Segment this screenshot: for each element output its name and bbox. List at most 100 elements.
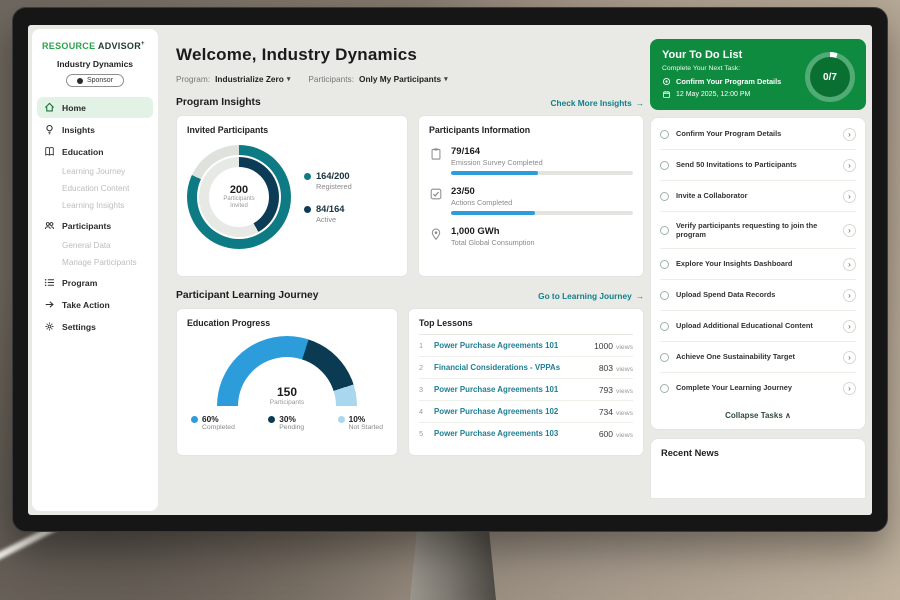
participants-dropdown[interactable]: Only My Participants ▾ — [359, 74, 448, 84]
chevron-right-icon[interactable]: › — [843, 320, 856, 333]
info-label: Total Global Consumption — [451, 238, 633, 247]
sidebar-subitem-label: Learning Journey — [62, 167, 125, 176]
legend-value: 30% — [279, 414, 304, 424]
sidebar-item-general-data[interactable]: General Data — [32, 237, 158, 254]
chevron-right-icon[interactable]: › — [843, 224, 856, 237]
task-checkbox[interactable] — [660, 322, 669, 331]
donut-center-label: Participants Invited — [217, 196, 261, 210]
chevron-right-icon[interactable]: › — [843, 382, 856, 395]
task-label: Confirm Your Program Details — [676, 129, 836, 139]
lesson-title-link[interactable]: Power Purchase Agreements 103 — [434, 429, 592, 438]
target-icon — [662, 77, 671, 86]
go-to-learning-journey-link[interactable]: Go to Learning Journey → — [538, 291, 644, 301]
sidebar-item-participants[interactable]: Participants — [37, 215, 153, 236]
chevron-right-icon[interactable]: › — [843, 128, 856, 141]
program-insights-header: Program Insights Check More Insights → — [176, 97, 644, 108]
chevron-right-icon[interactable]: › — [843, 159, 856, 172]
task-row[interactable]: Upload Additional Educational Content › — [660, 311, 856, 342]
task-row[interactable]: Complete Your Learning Journey › — [660, 373, 856, 403]
sidebar-subitem-label: Manage Participants — [62, 258, 137, 267]
sidebar-item-label: Participants — [62, 221, 111, 231]
sidebar-item-take-action[interactable]: Take Action — [37, 294, 153, 315]
sponsor-badge[interactable]: Sponsor — [66, 74, 124, 87]
task-checkbox[interactable] — [660, 260, 669, 269]
link-label: Check More Insights — [551, 98, 632, 108]
legend-dot-blue — [191, 416, 198, 423]
lesson-row: 5 Power Purchase Agreements 103 600views — [419, 423, 633, 444]
lesson-views-word: views — [616, 344, 633, 351]
arrow-right-icon: → — [636, 98, 644, 108]
progress-fill — [451, 171, 538, 175]
sidebar-item-insights[interactable]: Insights — [37, 119, 153, 140]
participants-dropdown-value: Only My Participants — [359, 74, 441, 84]
donut-legend: 164/200 Registered 84/164 Active — [304, 171, 352, 224]
sidebar-item-education-content[interactable]: Education Content — [32, 180, 158, 197]
task-row[interactable]: Achieve One Sustainability Target › — [660, 342, 856, 373]
donut-center: 200 Participants Invited — [209, 167, 269, 227]
lesson-rank: 4 — [419, 407, 427, 416]
logo-text-primary: RESOURCE — [42, 41, 95, 51]
info-value: 79/164 — [451, 146, 633, 157]
chevron-right-icon[interactable]: › — [843, 289, 856, 302]
legend-value: 84/164 — [316, 204, 344, 214]
task-label: Explore Your Insights Dashboard — [676, 259, 836, 269]
legend-item-pending: 30% Pending — [268, 414, 304, 431]
program-dropdown[interactable]: Industrialize Zero ▾ — [215, 74, 290, 84]
sidebar-item-education[interactable]: Education — [37, 141, 153, 162]
task-checkbox[interactable] — [660, 226, 669, 235]
card-title: Participants Information — [429, 125, 633, 135]
sidebar-item-manage-participants[interactable]: Manage Participants — [32, 254, 158, 271]
collapse-label: Collapse Tasks — [725, 411, 783, 420]
app-logo: RESOURCE ADVISOR+ — [32, 39, 158, 59]
lesson-title-link[interactable]: Financial Considerations - VPPAs — [434, 363, 592, 372]
task-checkbox[interactable] — [660, 161, 669, 170]
chevron-right-icon[interactable]: › — [843, 351, 856, 364]
chevron-down-icon: ▾ — [444, 75, 448, 83]
chevron-right-icon[interactable]: › — [843, 258, 856, 271]
task-checkbox[interactable] — [660, 353, 669, 362]
gear-icon — [44, 321, 55, 332]
info-value: 1,000 GWh — [451, 226, 633, 237]
task-row[interactable]: Invite a Collaborator › — [660, 181, 856, 212]
clipboard-icon — [429, 147, 443, 161]
todo-due-label: 12 May 2025, 12:00 PM — [676, 91, 750, 98]
task-label: Achieve One Sustainability Target — [676, 352, 836, 362]
lesson-title-link[interactable]: Power Purchase Agreements 101 — [434, 385, 592, 394]
legend-dot-teal — [304, 173, 311, 180]
todo-panel: Your To Do List Complete Your Next Task:… — [650, 39, 866, 499]
logo-text-secondary: ADVISOR — [98, 41, 141, 51]
task-row[interactable]: Verify participants requesting to join t… — [660, 212, 856, 249]
lesson-row: 3 Power Purchase Agreements 101 793views — [419, 379, 633, 401]
task-label: Upload Additional Educational Content — [676, 321, 836, 331]
chevron-right-icon[interactable]: › — [843, 190, 856, 203]
program-dropdown-value: Industrialize Zero — [215, 74, 284, 84]
task-checkbox[interactable] — [660, 291, 669, 300]
legend-dot-lightblue — [338, 416, 345, 423]
task-checkbox[interactable] — [660, 130, 669, 139]
sidebar-item-learning-insights[interactable]: Learning Insights — [32, 197, 158, 214]
main-content: Welcome, Industry Dynamics Program: Indu… — [166, 25, 644, 515]
task-row[interactable]: Upload Spend Data Records › — [660, 280, 856, 311]
action-arrow-icon — [44, 299, 55, 310]
lesson-title-link[interactable]: Power Purchase Agreements 101 — [434, 341, 587, 350]
card-title: Education Progress — [187, 318, 387, 328]
task-label: Complete Your Learning Journey — [676, 383, 836, 393]
sidebar-item-home[interactable]: Home — [37, 97, 153, 118]
task-checkbox[interactable] — [660, 384, 669, 393]
sidebar-item-learning-journey[interactable]: Learning Journey — [32, 163, 158, 180]
sidebar-subitem-label: Education Content — [62, 184, 129, 193]
task-row[interactable]: Confirm Your Program Details › — [660, 119, 856, 150]
check-more-insights-link[interactable]: Check More Insights → — [551, 98, 644, 108]
task-checkbox[interactable] — [660, 192, 669, 201]
todo-summary-card: Your To Do List Complete Your Next Task:… — [650, 39, 866, 110]
recent-news-card: Recent News — [650, 438, 866, 499]
collapse-tasks-link[interactable]: Collapse Tasks ∧ — [660, 403, 856, 428]
sidebar-item-program[interactable]: Program — [37, 272, 153, 293]
task-row[interactable]: Explore Your Insights Dashboard › — [660, 249, 856, 280]
sidebar-item-settings[interactable]: Settings — [37, 316, 153, 337]
link-label: Go to Learning Journey — [538, 291, 632, 301]
task-row[interactable]: Send 50 Invitations to Participants › — [660, 150, 856, 181]
lesson-title-link[interactable]: Power Purchase Agreements 102 — [434, 407, 592, 416]
todo-progress-value: 0/7 — [810, 57, 850, 97]
task-label: Invite a Collaborator — [676, 191, 836, 201]
